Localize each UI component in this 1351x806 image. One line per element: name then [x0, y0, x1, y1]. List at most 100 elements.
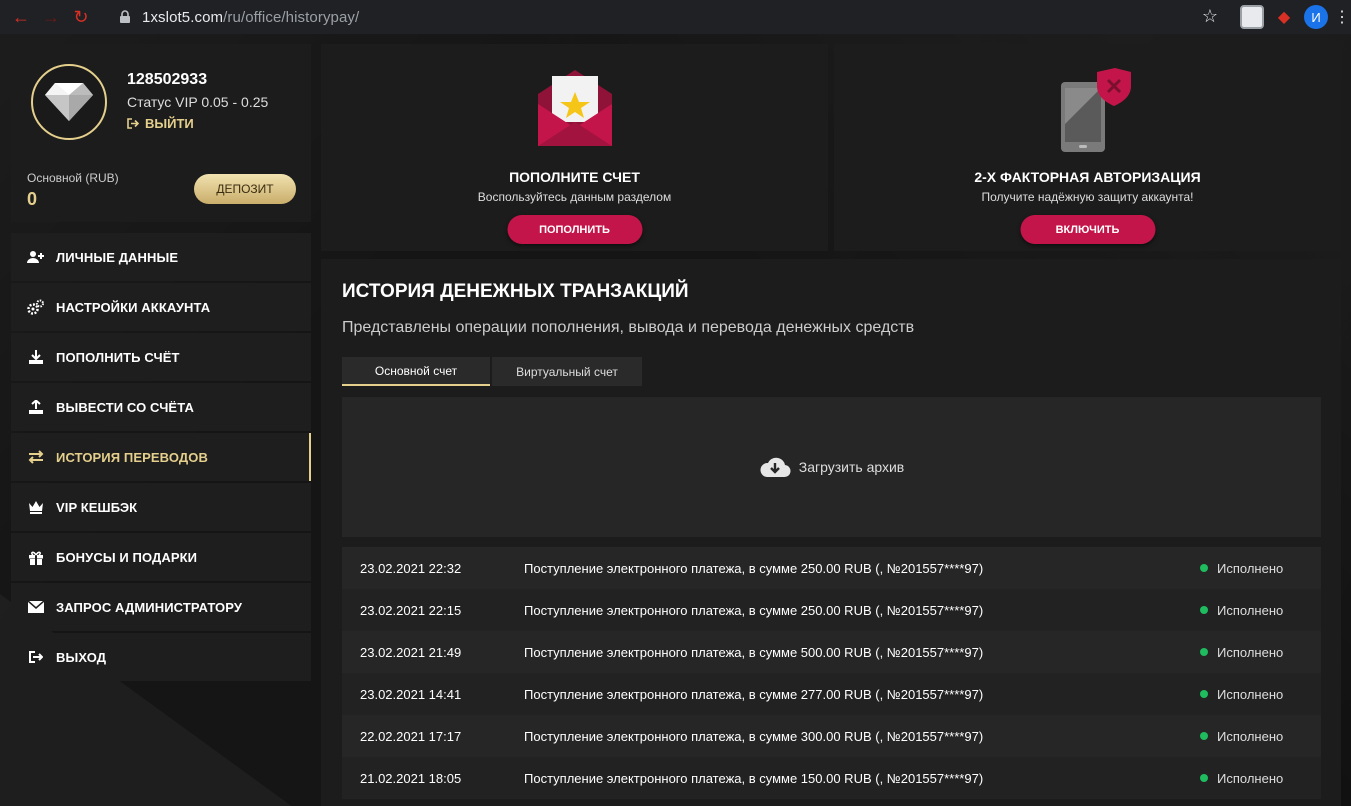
deposit-card-title: ПОПОЛНИТЕ СЧЕТ: [509, 169, 640, 185]
sidebar-item-label: БОНУСЫ И ПОДАРКИ: [56, 549, 198, 565]
status-text: Исполнено: [1217, 686, 1284, 702]
transaction-description: Поступление электронного платежа, в сумм…: [524, 644, 984, 660]
transaction-description: Поступление электронного платежа, в сумм…: [524, 602, 984, 618]
table-row: 21.02.2021 18:05 Поступление электронног…: [342, 757, 1321, 799]
enable-2fa-button[interactable]: ВКЛЮЧИТЬ: [1020, 215, 1155, 244]
deposit-card-subtitle: Воспользуйтесь данным разделом: [477, 190, 672, 204]
status-badge: Исполнено: [1200, 603, 1283, 618]
transaction-date: 23.02.2021 22:15: [360, 602, 462, 618]
status-dot-icon: [1200, 690, 1208, 698]
transaction-history-panel: ИСТОРИЯ ДЕНЕЖНЫХ ТРАНЗАКЦИЙ Представлены…: [321, 259, 1341, 806]
vip-diamond-avatar: [31, 64, 107, 140]
bookmark-star-icon[interactable]: ☆: [1202, 6, 1218, 27]
sidebar-item-label: ВЫВЕСТИ СО СЧЁТА: [56, 399, 194, 415]
sidebar-item-vip-cashback[interactable]: VIP КЕШБЭК: [11, 483, 311, 531]
profile-card: 128502933 Статус VIP 0.05 - 0.25 ВЫЙТИ О…: [11, 44, 311, 222]
user-add-icon: [27, 249, 45, 265]
download-tray-icon: [27, 349, 45, 365]
transaction-description: Поступление электронного платежа, в сумм…: [524, 728, 984, 744]
sidebar-item-account-settings[interactable]: НАСТРОЙКИ АККАУНТА: [11, 283, 311, 331]
table-row: 22.02.2021 17:17 Поступление электронног…: [342, 715, 1321, 757]
sidebar-item-deposit[interactable]: ПОПОЛНИТЬ СЧЁТ: [11, 333, 311, 381]
page-content: 128502933 Статус VIP 0.05 - 0.25 ВЫЙТИ О…: [0, 34, 1351, 806]
status-dot-icon: [1200, 732, 1208, 740]
top-up-button[interactable]: ПОПОЛНИТЬ: [507, 215, 642, 244]
envelope-icon: [27, 599, 45, 615]
browser-toolbar: ← → ↻ 1xslot5.com/ru/office/historypay/ …: [0, 0, 1351, 34]
sidebar-item-label: ИСТОРИЯ ПЕРЕВОДОВ: [56, 449, 208, 465]
diamond-icon: [45, 83, 93, 121]
download-archive-label: Загрузить архив: [798, 459, 905, 475]
status-badge: Исполнено: [1200, 729, 1283, 744]
url-host: 1xslot5.com: [142, 8, 224, 26]
browser-menu-icon[interactable]: ⋮: [1334, 5, 1350, 29]
account-tabs: Основной счет Виртуальный счет: [342, 357, 644, 386]
back-arrow-icon[interactable]: ←: [8, 4, 34, 30]
transaction-date: 21.02.2021 18:05: [360, 770, 462, 786]
transaction-date: 23.02.2021 21:49: [360, 644, 462, 660]
sidebar-item-logout[interactable]: ВЫХОД: [11, 633, 311, 681]
gift-icon: [27, 549, 45, 565]
address-bar[interactable]: 1xslot5.com/ru/office/historypay/ ☆: [104, 4, 1226, 30]
extension-icon[interactable]: [1240, 5, 1264, 29]
sidebar-item-withdraw[interactable]: ВЫВЕСТИ СО СЧЁТА: [11, 383, 311, 431]
forward-arrow-icon[interactable]: →: [38, 4, 64, 30]
status-badge: Исполнено: [1200, 561, 1283, 576]
status-dot-icon: [1200, 606, 1208, 614]
tab-main-account[interactable]: Основной счет: [342, 357, 490, 386]
reload-icon[interactable]: ↻: [68, 4, 94, 30]
cloud-download-icon: [760, 457, 791, 478]
transaction-date: 23.02.2021 22:32: [360, 560, 462, 576]
upload-tray-icon: [27, 399, 45, 415]
balance-label: Основной (RUB): [27, 171, 119, 185]
status-text: Исполнено: [1217, 560, 1284, 576]
status-text: Исполнено: [1217, 728, 1284, 744]
status-badge: Исполнено: [1200, 687, 1283, 702]
transfer-arrows-icon: [27, 449, 45, 465]
transaction-description: Поступление электронного платежа, в сумм…: [524, 770, 984, 786]
status-text: Исполнено: [1217, 644, 1284, 660]
phone-shield-icon: [1060, 68, 1131, 152]
page-title: ИСТОРИЯ ДЕНЕЖНЫХ ТРАНЗАКЦИЙ: [342, 281, 689, 302]
balance-value: 0: [27, 189, 38, 209]
sidebar-item-personal-data[interactable]: ЛИЧНЫЕ ДАННЫЕ: [11, 233, 311, 281]
vip-status: Статус VIP 0.05 - 0.25: [127, 94, 269, 110]
url-path: /ru/office/historypay/: [223, 8, 360, 26]
sidebar-item-bonuses[interactable]: БОНУСЫ И ПОДАРКИ: [11, 533, 311, 581]
logout-label: ВЫЙТИ: [145, 116, 194, 131]
lock-icon: [120, 10, 130, 23]
tab-virtual-account[interactable]: Виртуальный счет: [492, 357, 642, 386]
table-row: 23.02.2021 22:15 Поступление электронног…: [342, 589, 1321, 631]
envelope-star-icon: [537, 70, 612, 146]
twofa-card-title: 2-Х ФАКТОРНАЯ АВТОРИЗАЦИЯ: [974, 169, 1201, 185]
deposit-button[interactable]: ДЕПОЗИТ: [194, 174, 296, 204]
transaction-description: Поступление электронного платежа, в сумм…: [524, 686, 984, 702]
logout-link[interactable]: ВЫЙТИ: [127, 116, 194, 131]
crown-icon: [27, 499, 45, 515]
page-subtitle: Представлены операции пополнения, вывода…: [342, 319, 915, 336]
gears-icon: [27, 299, 45, 315]
status-dot-icon: [1200, 648, 1208, 656]
status-dot-icon: [1200, 774, 1208, 782]
status-text: Исполнено: [1217, 602, 1284, 618]
table-row: 23.02.2021 21:49 Поступление электронног…: [342, 631, 1321, 673]
sidebar-item-label: VIP КЕШБЭК: [56, 499, 138, 515]
table-row: 23.02.2021 22:32 Поступление электронног…: [342, 547, 1321, 589]
transaction-list: 23.02.2021 22:32 Поступление электронног…: [342, 547, 1321, 799]
sidebar-item-admin-request[interactable]: ЗАПРОС АДМИНИСТРАТОРУ: [11, 583, 311, 631]
sidebar-item-transfer-history[interactable]: ИСТОРИЯ ПЕРЕВОДОВ: [11, 433, 311, 481]
status-dot-icon: [1200, 564, 1208, 572]
extension-red-icon[interactable]: ◆: [1272, 5, 1296, 29]
download-archive-area[interactable]: Загрузить архив: [342, 397, 1321, 537]
sidebar-item-label: ЗАПРОС АДМИНИСТРАТОРУ: [56, 599, 243, 615]
status-text: Исполнено: [1217, 770, 1284, 786]
twofa-promo-card: 2-Х ФАКТОРНАЯ АВТОРИЗАЦИЯ Получите надёж…: [834, 44, 1341, 251]
url-text: 1xslot5.com/ru/office/historypay/: [142, 9, 359, 26]
logout-icon: [27, 649, 45, 665]
transaction-date: 23.02.2021 14:41: [360, 686, 462, 702]
profile-avatar[interactable]: И: [1304, 5, 1328, 29]
sidebar-item-label: ПОПОЛНИТЬ СЧЁТ: [56, 349, 180, 365]
table-row: 23.02.2021 14:41 Поступление электронног…: [342, 673, 1321, 715]
transaction-date: 22.02.2021 17:17: [360, 728, 462, 744]
sidebar-item-label: ЛИЧНЫЕ ДАННЫЕ: [56, 249, 179, 265]
